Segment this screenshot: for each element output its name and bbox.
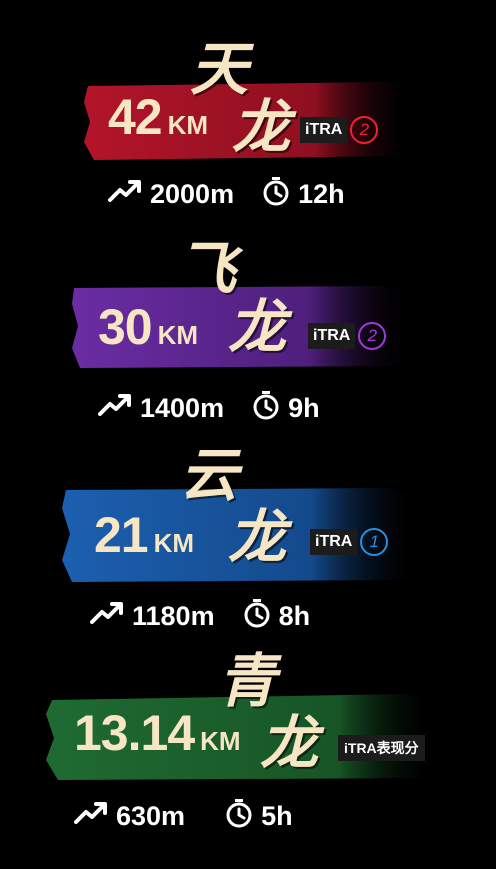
race-stats: 1400m 9h [98,390,320,427]
stopwatch-icon [243,598,271,635]
itra-logo: iTRA [310,529,358,555]
stopwatch-icon [262,176,290,213]
race-name-char-2: 龙 [228,293,287,361]
race-name-char-1: 飞 [178,235,237,303]
elevation-gain: 1400m [140,393,225,423]
distance-unit: KM [167,110,209,140]
race-stats: 630m 5h [74,798,293,835]
itra-points: 1 [360,528,389,556]
race-distance: 13.14 KM [74,704,241,762]
trend-up-icon [90,601,124,632]
time-limit: 9h [288,393,320,423]
race-stats: 1180m 8h [90,598,310,635]
race-stats: 2000m 12h [108,176,345,213]
distance-unit: KM [153,528,195,558]
itra-performance-label: iTRA表现分 [338,735,425,761]
stopwatch-icon [225,798,253,835]
elevation-gain: 1180m [132,601,215,631]
distance-value: 30 [98,299,153,355]
distance-unit: KM [200,726,241,756]
race-distance: 30 KM [98,298,198,356]
race-name-char-2: 龙 [228,503,287,571]
itra-logo: iTRA [300,117,348,143]
race-name-char-1: 青 [218,647,277,715]
time-limit: 8h [278,601,311,631]
trend-up-icon [74,801,108,832]
time-limit: 12h [298,179,345,209]
race-distance: 21 KM [94,506,194,564]
itra-badge: iTRA表现分 [338,734,425,762]
race-name-char-1: 云 [180,441,239,509]
trend-up-icon [98,393,132,424]
stopwatch-icon [252,390,280,427]
itra-badge: iTRA 2 [300,116,379,144]
distance-value: 13.14 [74,705,195,761]
distance-value: 42 [108,89,163,145]
race-name-char-2: 龙 [232,93,291,161]
distance-value: 21 [94,507,149,563]
time-limit: 5h [261,801,293,831]
race-name-char-1: 天 [190,35,249,103]
elevation-gain: 630m [116,801,186,831]
itra-points: 2 [358,322,387,350]
itra-badge: iTRA 2 [308,322,387,350]
itra-badge: iTRA 1 [310,528,389,556]
elevation-gain: 2000m [150,179,235,209]
race-name-char-2: 龙 [260,709,319,777]
distance-unit: KM [157,320,199,350]
itra-logo: iTRA [308,323,356,349]
trend-up-icon [108,179,142,210]
itra-points: 2 [350,116,379,144]
